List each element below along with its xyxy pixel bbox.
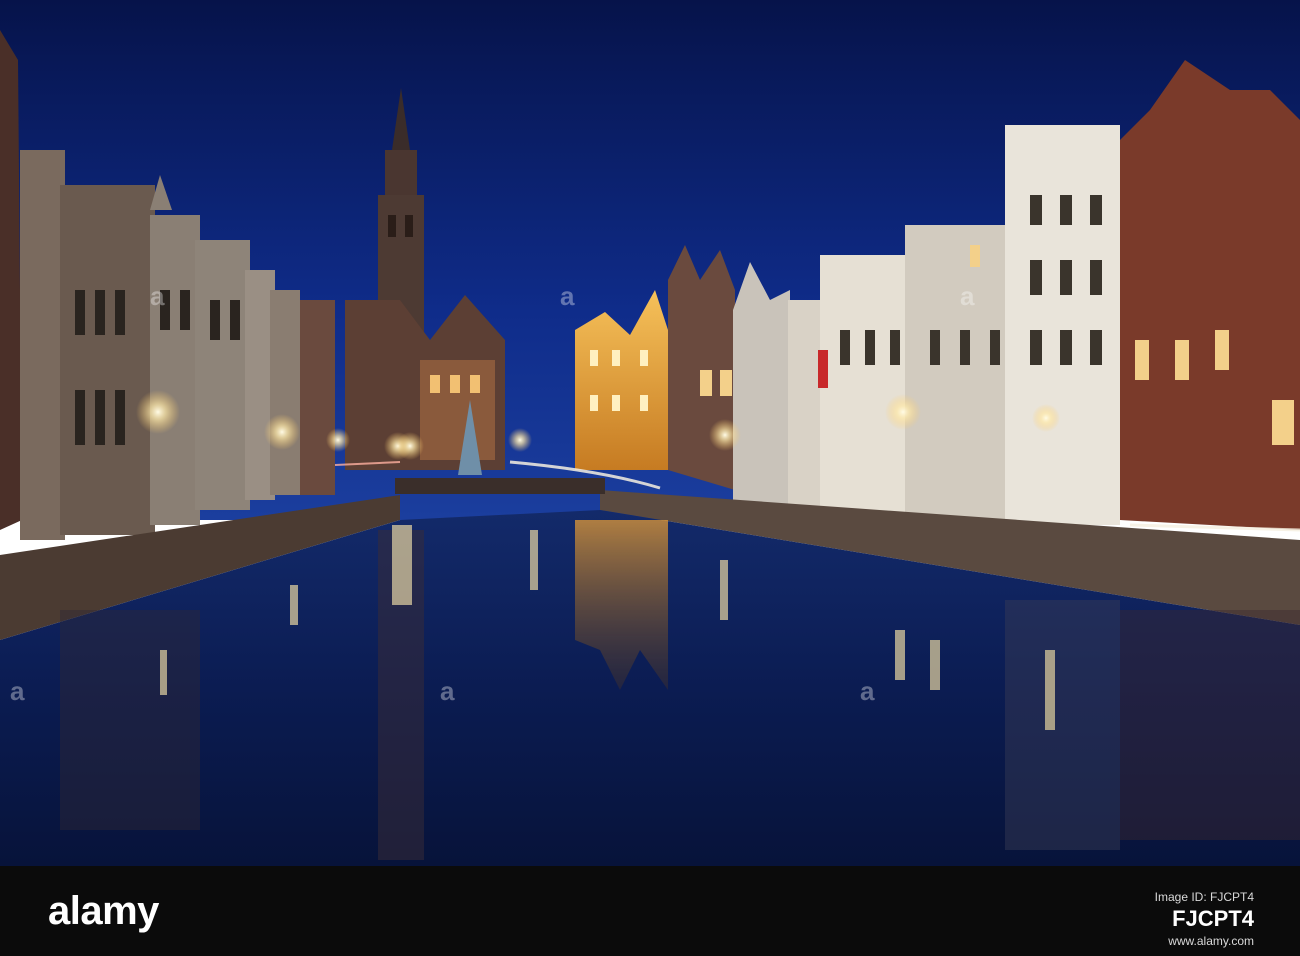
watermark-footer: alamy Image ID: FJCPT4 FJCPT4 www.alamy.…	[0, 866, 1300, 956]
svg-text:a: a	[860, 676, 875, 706]
image-id-label: Image ID: FJCPT4	[1154, 890, 1254, 904]
svg-text:a: a	[150, 281, 165, 311]
image-id: FJCPT4	[1172, 906, 1254, 931]
alamy-logo: alamy	[48, 889, 159, 933]
website-url: www.alamy.com	[1168, 934, 1254, 948]
far-bridge	[395, 478, 605, 494]
night-canal-photo: a a a a a a	[0, 0, 1300, 866]
svg-text:a: a	[10, 676, 25, 706]
svg-text:a: a	[960, 281, 975, 311]
flag	[818, 350, 828, 388]
svg-text:a: a	[440, 676, 455, 706]
svg-text:a: a	[560, 281, 575, 311]
